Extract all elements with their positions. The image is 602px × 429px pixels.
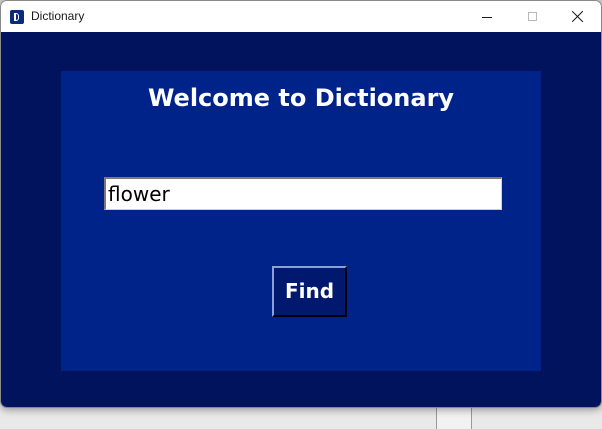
close-button[interactable] xyxy=(555,1,601,32)
minimize-button[interactable] xyxy=(464,1,510,32)
find-button[interactable]: Find xyxy=(272,266,347,317)
maximize-button[interactable] xyxy=(510,1,556,32)
minimize-icon xyxy=(482,17,492,18)
title-bar[interactable]: Dictionary xyxy=(1,1,601,32)
background-window-fragment xyxy=(436,406,472,429)
dictionary-app-icon xyxy=(10,10,24,24)
close-icon xyxy=(571,10,584,23)
window-client-area: Welcome to Dictionary Find xyxy=(1,32,601,407)
search-input[interactable] xyxy=(104,177,502,210)
maximize-icon xyxy=(528,12,537,21)
page-title: Welcome to Dictionary xyxy=(147,84,455,112)
dictionary-window: Dictionary Welcome to Dictionary Find xyxy=(0,0,602,408)
window-title: Dictionary xyxy=(31,9,85,23)
main-panel: Welcome to Dictionary Find xyxy=(61,71,541,371)
